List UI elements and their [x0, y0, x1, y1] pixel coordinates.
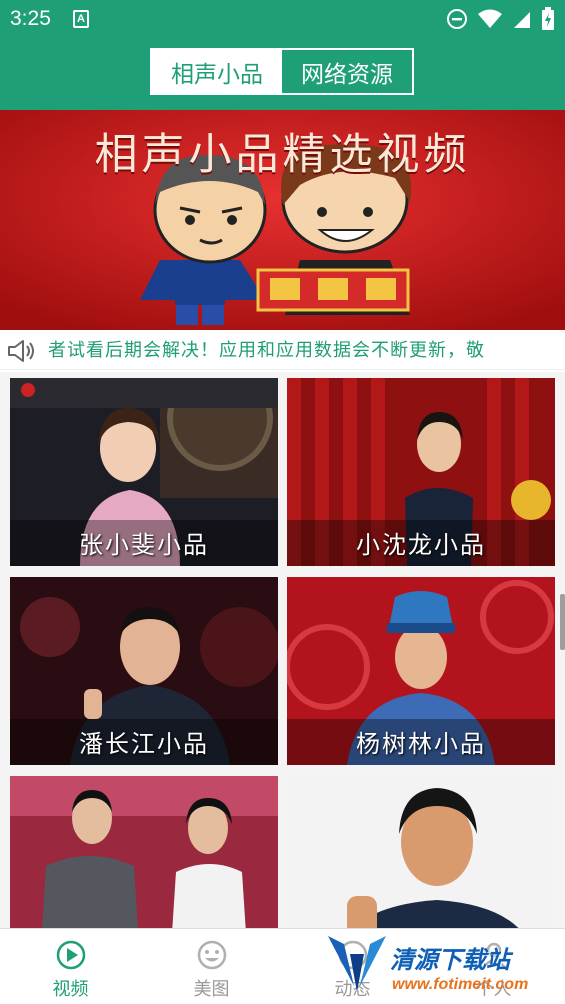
cell-signal-icon	[514, 12, 530, 28]
tab-network-resources[interactable]: 网络资源	[282, 50, 412, 93]
video-card[interactable]: 潘长江小品	[10, 577, 278, 765]
video-card[interactable]: 杨树林小品	[287, 577, 555, 765]
video-card[interactable]	[287, 776, 555, 928]
video-grid: 张小斐小品 小沈龙小品 潘长江小品 杨树林小品	[0, 372, 565, 928]
nav-pictures[interactable]: 美图	[141, 929, 282, 1004]
video-card[interactable]	[10, 776, 278, 928]
crosstalk-table	[256, 268, 410, 312]
speaker-icon	[8, 340, 34, 362]
video-title: 潘长江小品	[79, 730, 209, 758]
video-thumbnail	[10, 776, 278, 928]
a-notification-icon: A	[73, 10, 89, 28]
video-title: 小沈龙小品	[356, 531, 486, 559]
scrollbar[interactable]	[560, 594, 565, 650]
notice-text: 者试看后期会解决！应用和应用数据会不断更新，敬	[48, 340, 485, 361]
nav-video-label: 视频	[52, 979, 89, 1000]
nav-profile[interactable]: 个人	[423, 929, 564, 1004]
app-header: 相声小品 网络资源	[0, 38, 565, 110]
video-card[interactable]: 小沈龙小品	[287, 378, 555, 566]
nav-pictures-label: 美图	[193, 979, 230, 1000]
promo-banner[interactable]: 相声小品精选视频	[0, 110, 565, 330]
do-not-disturb-icon	[447, 9, 467, 29]
nav-profile-label: 个人	[475, 979, 512, 1000]
status-time: 3:25	[10, 7, 51, 30]
notice-bar: 者试看后期会解决！应用和应用数据会不断更新，敬	[0, 330, 565, 370]
banner-title: 相声小品精选视频	[94, 130, 471, 180]
video-title: 杨树林小品	[356, 730, 486, 758]
status-icons	[446, 7, 555, 30]
video-card[interactable]: 张小斐小品	[10, 378, 278, 566]
nav-video[interactable]: 视频	[0, 929, 141, 1004]
nav-dynamics[interactable]: 动态	[282, 929, 423, 1004]
wifi-icon	[478, 9, 502, 28]
segmented-tabs: 相声小品 网络资源	[150, 48, 414, 95]
play-circle-icon	[56, 940, 86, 970]
tab-network-resources-label: 网络资源	[301, 61, 393, 88]
person-icon	[481, 942, 507, 969]
video-thumbnail	[287, 776, 555, 928]
status-bar: 3:25 A	[0, 0, 565, 38]
battery-icon	[542, 7, 554, 30]
nav-dynamics-label: 动态	[334, 979, 371, 1000]
bottom-navigation: 视频 美图 动态 个人	[0, 928, 565, 1004]
tab-crosstalk-label: 相声小品	[171, 61, 263, 88]
tab-crosstalk[interactable]: 相声小品	[152, 50, 282, 93]
smiley-icon	[197, 940, 227, 970]
video-title: 张小斐小品	[79, 531, 209, 559]
dynamics-icon	[338, 940, 368, 970]
